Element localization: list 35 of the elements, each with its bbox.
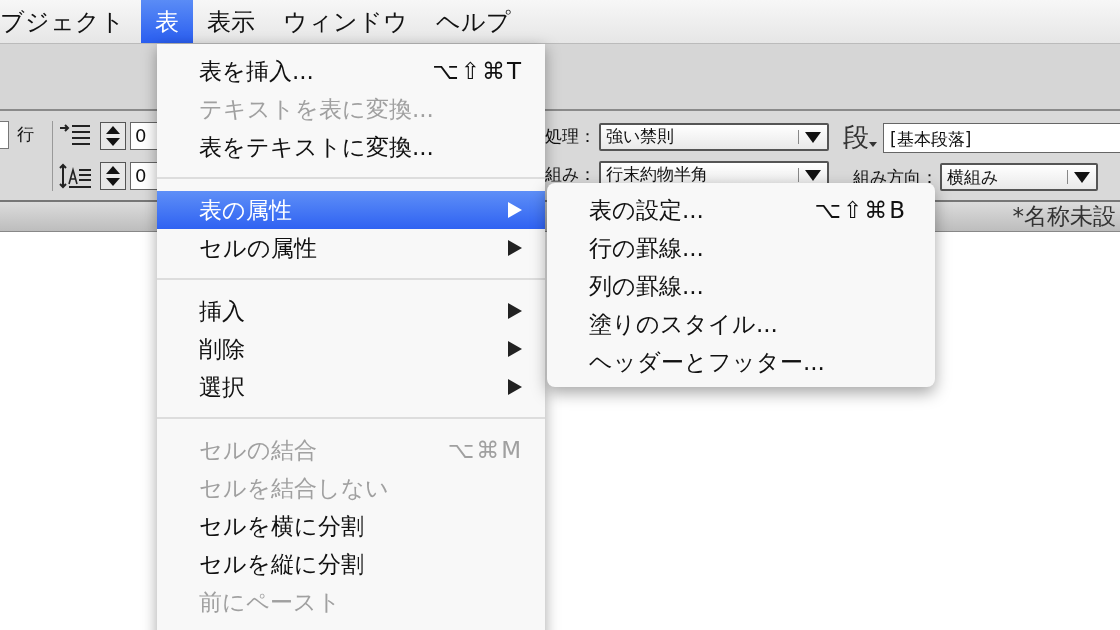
- stepper-icon[interactable]: [100, 161, 126, 190]
- menu-item[interactable]: 行の罫線...: [547, 229, 935, 267]
- dropdown-arrow-icon: [1067, 170, 1093, 184]
- input-field[interactable]: [0, 120, 9, 149]
- kinsoku-label: 処理：: [545, 125, 596, 148]
- paragraph-style-label: 段: [843, 121, 869, 154]
- menu-bar-item[interactable]: ヘルプ: [422, 0, 525, 43]
- menu-item[interactable]: 表をテキストに変換...: [157, 128, 545, 166]
- direction-dropdown[interactable]: 横組み: [940, 163, 1098, 191]
- menu-item[interactable]: ヘッダーとフッター...: [547, 343, 935, 381]
- menu-bar-item[interactable]: 表: [141, 0, 193, 43]
- rows-label: 行: [17, 123, 34, 146]
- menu-item[interactable]: 表の設定... ⌥⇧⌘B: [547, 191, 935, 229]
- document-tab[interactable]: *名称未設: [1012, 201, 1116, 232]
- menu-bar-item[interactable]: ウィンドウ: [269, 0, 422, 43]
- menu-item[interactable]: 選択: [157, 368, 545, 406]
- menu-item[interactable]: セルの属性: [157, 229, 545, 267]
- menu-item[interactable]: 列の罫線...: [547, 267, 935, 305]
- menu-item[interactable]: 挿入: [157, 292, 545, 330]
- line-spacing-icon: [59, 161, 93, 190]
- menu-item[interactable]: セルを縦に分割: [157, 545, 545, 583]
- menu-bar-item[interactable]: ブジェクト: [0, 0, 141, 43]
- stepper-icon[interactable]: [100, 121, 126, 150]
- menu-item[interactable]: 塗りのスタイル...: [547, 305, 935, 343]
- menu-item[interactable]: 表の属性: [157, 191, 545, 229]
- kinsoku-dropdown[interactable]: 強い禁則: [599, 122, 829, 151]
- menu-item[interactable]: 削除: [157, 330, 545, 368]
- dropdown-arrow-icon: [798, 129, 824, 144]
- paragraph-style-field[interactable]: [基本段落]: [883, 122, 1120, 153]
- mojikumi-label: 組み：: [545, 163, 596, 186]
- menu-item[interactable]: 表を挿入... ⌥⇧⌘T: [157, 52, 545, 90]
- caret-icon: [869, 142, 877, 147]
- menu-item[interactable]: セルを横に分割: [157, 507, 545, 545]
- dropdown-arrow-icon: [798, 167, 824, 182]
- menu-bar-item[interactable]: 表示: [193, 0, 269, 43]
